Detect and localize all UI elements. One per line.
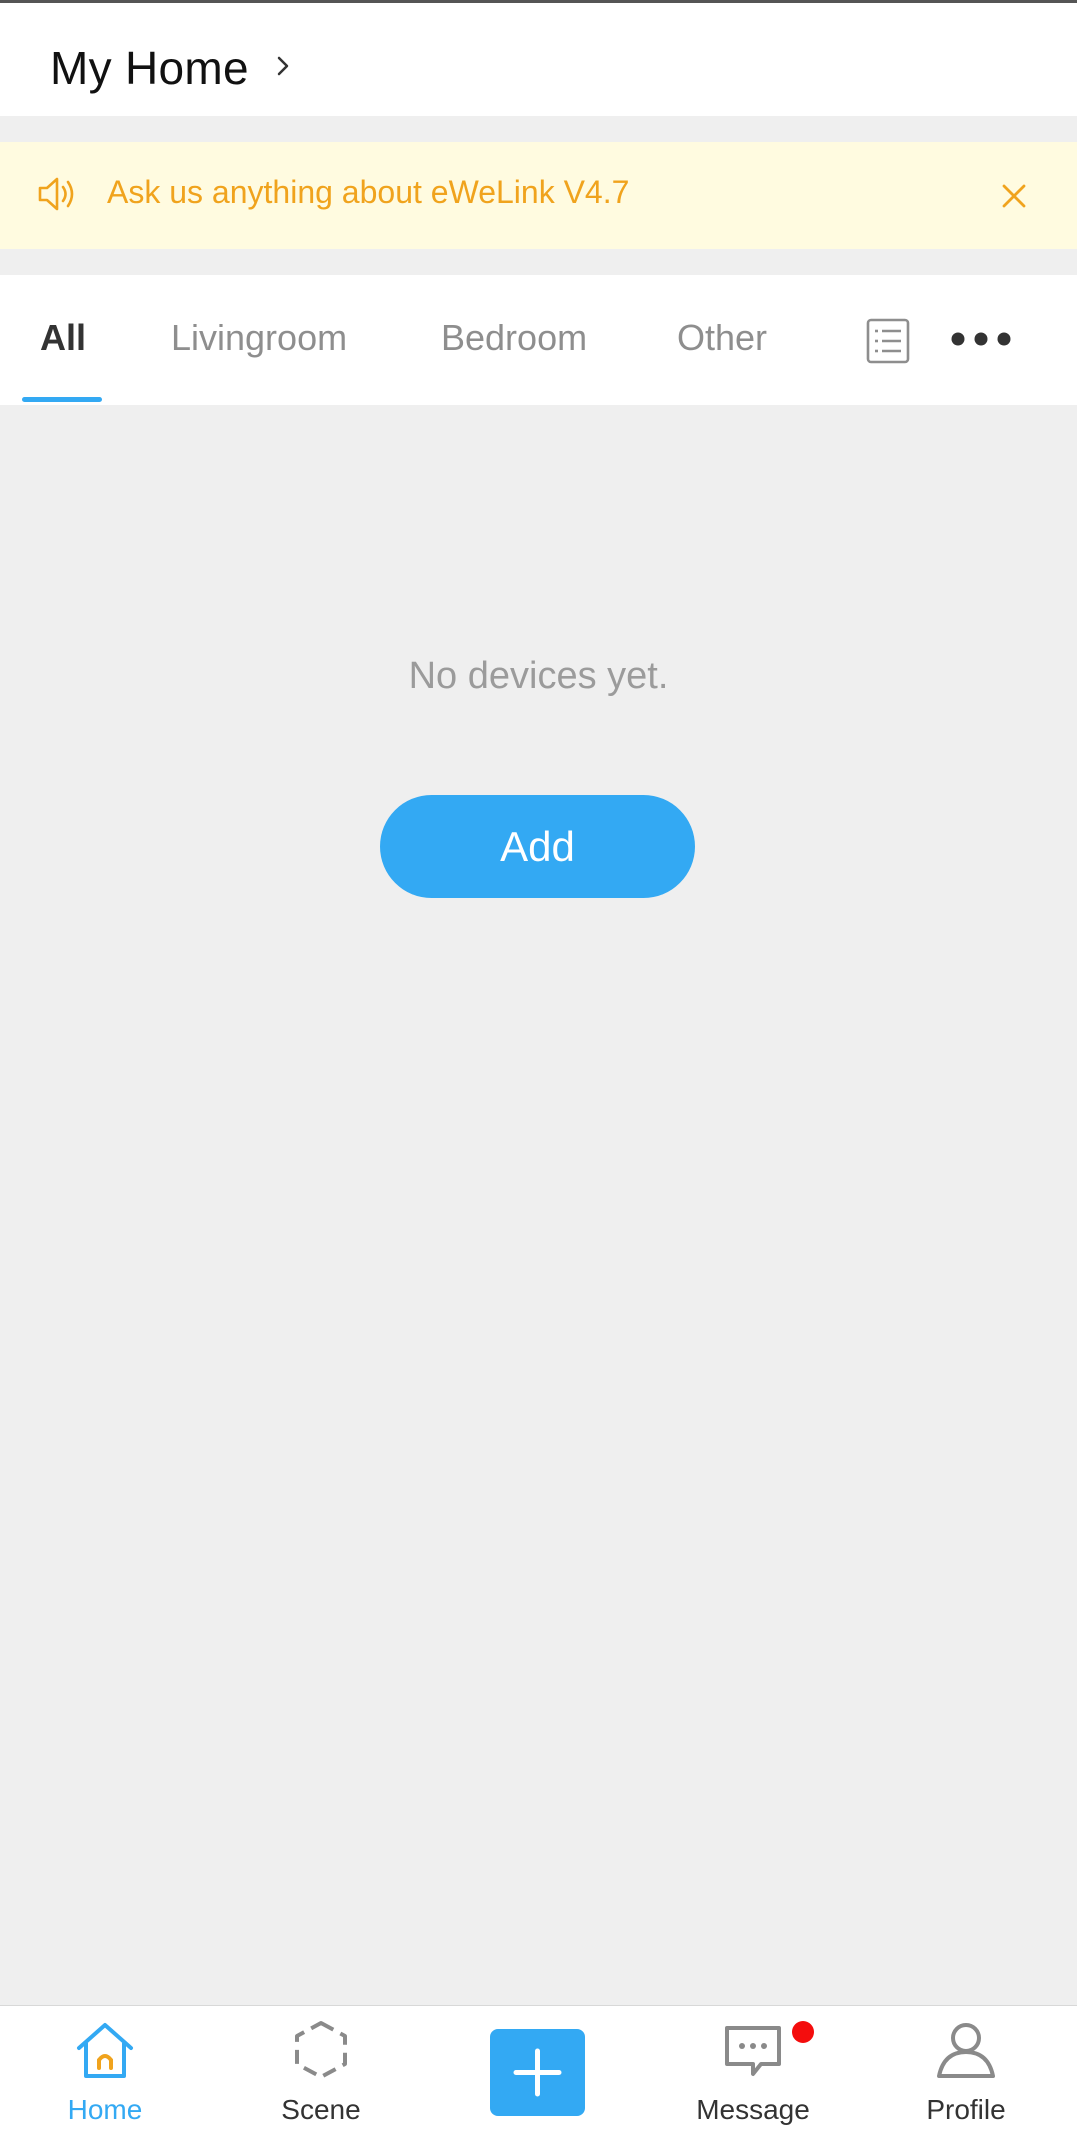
chevron-right-icon[interactable] bbox=[268, 51, 298, 81]
nav-scene-label: Scene bbox=[281, 2094, 361, 2125]
nav-home-label: Home bbox=[67, 2094, 143, 2125]
banner-text[interactable]: Ask us anything about eWeLink V4.7 bbox=[107, 174, 629, 211]
profile-icon bbox=[937, 2023, 995, 2078]
add-device-button[interactable]: Add bbox=[380, 795, 695, 898]
nav-profile[interactable]: Profile bbox=[876, 2006, 1056, 2130]
nav-scene[interactable]: Scene bbox=[231, 2006, 411, 2130]
active-tab-indicator bbox=[22, 397, 102, 402]
tab-livingroom[interactable]: Livingroom bbox=[171, 317, 347, 359]
more-options-icon[interactable] bbox=[950, 327, 1012, 351]
tab-other[interactable]: Other bbox=[677, 317, 767, 359]
plus-icon bbox=[513, 2048, 562, 2097]
message-icon bbox=[725, 2026, 781, 2076]
nav-profile-label: Profile bbox=[926, 2094, 1006, 2125]
announcement-banner[interactable]: Ask us anything about eWeLink V4.7 bbox=[0, 142, 1077, 249]
bottom-nav: Home Scene Message Profile bbox=[0, 2005, 1077, 2130]
nav-message-label: Message bbox=[696, 2094, 810, 2125]
nav-home[interactable]: Home bbox=[15, 2006, 195, 2130]
list-view-icon[interactable] bbox=[865, 317, 911, 365]
add-button[interactable] bbox=[490, 2029, 585, 2116]
speaker-icon bbox=[38, 177, 74, 211]
close-icon[interactable] bbox=[996, 178, 1032, 214]
empty-state-message: No devices yet. bbox=[408, 655, 669, 697]
tab-all[interactable]: All bbox=[40, 317, 86, 359]
room-tabs: All Livingroom Bedroom Other bbox=[0, 275, 1077, 405]
home-title[interactable]: My Home bbox=[50, 41, 249, 95]
scene-icon bbox=[295, 2021, 347, 2079]
nav-message[interactable]: Message bbox=[663, 2006, 843, 2130]
header: My Home bbox=[0, 3, 1077, 116]
notification-badge bbox=[792, 2021, 814, 2043]
tab-bedroom[interactable]: Bedroom bbox=[441, 317, 587, 359]
home-icon bbox=[77, 2023, 133, 2078]
